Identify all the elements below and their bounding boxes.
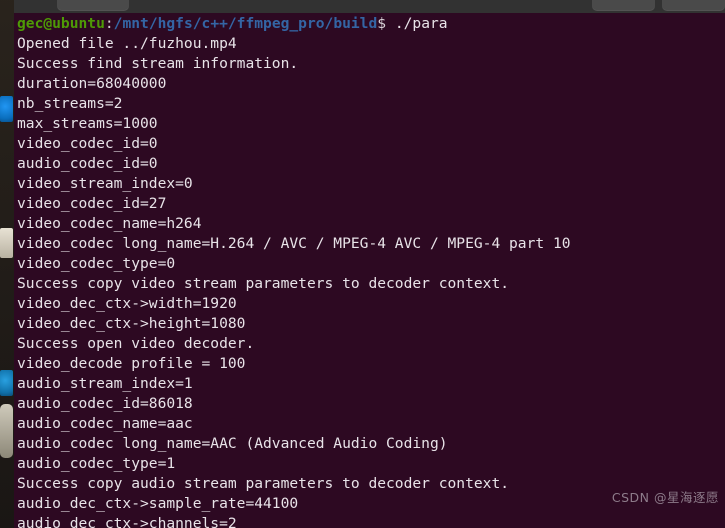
prompt-dollar: $	[377, 15, 395, 32]
terminal-output-line: max_streams=1000	[17, 115, 158, 132]
terminal-window: gec@ubuntu:/mnt/hgfs/c++/ffmpeg_pro/buil…	[14, 0, 725, 528]
terminal-output-line: video_codec_type=0	[17, 255, 176, 272]
terminal-output-line: audio_stream_index=1	[17, 375, 193, 392]
terminal-output-line: video_stream_index=0	[17, 175, 193, 192]
terminal-output-line: duration=68040000	[17, 75, 167, 92]
window-control-group-2[interactable]	[662, 0, 725, 11]
firefox-icon[interactable]	[0, 96, 13, 122]
terminal-output-line: audio_codec_id=0	[17, 155, 158, 172]
terminal-output-line: Success find stream information.	[17, 55, 299, 72]
prompt-separator: :	[104, 15, 114, 32]
terminal-tab[interactable]	[57, 0, 129, 11]
terminal-body[interactable]: gec@ubuntu:/mnt/hgfs/c++/ffmpeg_pro/buil…	[14, 13, 725, 528]
screenshot-root: gec@ubuntu:/mnt/hgfs/c++/ffmpeg_pro/buil…	[0, 0, 725, 528]
terminal-output-line: audio_dec_ctx->channels=2	[17, 515, 237, 528]
terminal-output-line: video_codec_id=27	[17, 195, 167, 212]
terminal-output-line: video_codec long_name=H.264 / AVC / MPEG…	[17, 235, 571, 252]
terminal-output-line: Success copy audio stream parameters to …	[17, 475, 510, 492]
terminal-output-line: audio_dec_ctx->sample_rate=44100	[17, 495, 299, 512]
terminal-output-line: video_decode profile = 100	[17, 355, 246, 372]
terminal-icon[interactable]	[0, 370, 13, 396]
unity-launcher[interactable]	[0, 0, 14, 528]
terminal-output-line: Success copy video stream parameters to …	[17, 275, 510, 292]
terminal-output-line: video_codec_id=0	[17, 135, 158, 152]
prompt-user-host: gec@ubuntu	[17, 15, 105, 32]
terminal-output-line: video_codec_name=h264	[17, 215, 202, 232]
terminal-output-line: Success open video decoder.	[17, 335, 255, 352]
terminal-output-line: audio_codec_id=86018	[17, 395, 193, 412]
terminal-command: ./para	[394, 15, 448, 32]
terminal-output-line: Opened file ../fuzhou.mp4	[17, 35, 237, 52]
terminal-prompt-line: gec@ubuntu:/mnt/hgfs/c++/ffmpeg_pro/buil…	[17, 14, 571, 34]
terminal-output-line: audio_codec_name=aac	[17, 415, 193, 432]
csdn-watermark: CSDN @星海逐愿	[611, 490, 719, 505]
terminal-output-line: nb_streams=2	[17, 95, 123, 112]
window-titlebar[interactable]	[14, 0, 725, 14]
window-control-group-1[interactable]	[592, 0, 655, 11]
files-icon[interactable]	[0, 228, 13, 258]
terminal-output-line: audio_codec long_name=AAC (Advanced Audi…	[17, 435, 448, 452]
terminal-output-line: audio_codec_type=1	[17, 455, 176, 472]
prompt-path: /mnt/hgfs/c++/ffmpeg_pro/build	[113, 15, 378, 32]
settings-icon[interactable]	[0, 404, 13, 458]
terminal-output-line: video_dec_ctx->width=1920	[17, 295, 237, 312]
terminal-output-line: video_dec_ctx->height=1080	[17, 315, 246, 332]
terminal-output: gec@ubuntu:/mnt/hgfs/c++/ffmpeg_pro/buil…	[17, 14, 571, 528]
